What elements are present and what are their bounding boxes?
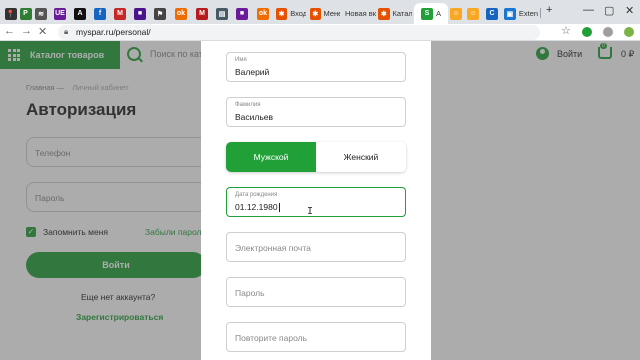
doc-icon: ▤: [216, 7, 228, 20]
address-toolbar: ← → ✕ 🔒︎ myspar.ru/personal/ ☆: [0, 24, 640, 41]
url-bar[interactable]: 🔒︎ myspar.ru/personal/: [58, 25, 540, 40]
first-name-value: Валерий: [235, 67, 270, 77]
browser-tab[interactable]: C: [484, 3, 500, 24]
last-name-label: Фамилия: [235, 102, 261, 108]
profile-avatar-icon[interactable]: [603, 27, 613, 37]
browser-tab[interactable]: ✱Мене: [310, 3, 340, 24]
browser-tab[interactable]: ▣ Exten: [504, 3, 538, 24]
password-field[interactable]: Пароль: [226, 277, 406, 307]
last-name-value: Васильев: [235, 112, 274, 122]
birth-date-label: Дата рождения: [235, 192, 278, 198]
tab-title: Мене: [323, 9, 340, 18]
text-caret: [278, 203, 280, 213]
tab-title: А: [435, 9, 441, 18]
facebook-icon: f: [94, 7, 106, 20]
tab-icon: ▣: [504, 7, 516, 20]
square-icon: ■: [134, 7, 146, 20]
browser-tab[interactable]: ▤: [214, 3, 230, 24]
browser-tab[interactable]: ⚑: [152, 3, 168, 24]
tab-title: Вход: [290, 9, 306, 18]
new-tab-button[interactable]: +: [546, 4, 552, 16]
last-name-field[interactable]: Фамилия Васильев: [226, 97, 406, 127]
gender-female-option[interactable]: Женский: [316, 142, 406, 172]
joomla-icon: ✱: [378, 7, 390, 20]
repeat-password-field[interactable]: Повторите пароль: [226, 322, 406, 352]
browser-tab[interactable]: ■: [132, 3, 148, 24]
emoji-icon: ☺: [450, 7, 462, 20]
first-name-field[interactable]: Имя Валерий: [226, 52, 406, 82]
bookmark-star-icon[interactable]: ☆: [561, 24, 571, 37]
extension-icon[interactable]: [582, 27, 592, 37]
pin-icon: 📍: [4, 7, 17, 20]
extension-menu-icon[interactable]: [624, 27, 634, 37]
email-field[interactable]: Электронная почта: [226, 232, 406, 262]
joomla-icon: ✱: [310, 7, 321, 20]
gender-male-option[interactable]: Мужской: [226, 142, 316, 172]
browser-tab[interactable]: ■: [234, 3, 250, 24]
browser-tab[interactable]: ☺: [449, 3, 463, 24]
maximize-icon[interactable]: ▢: [604, 4, 614, 17]
birth-date-value-wrap: 01.12.1980: [235, 202, 280, 213]
birth-date-value: 01.12.1980: [235, 202, 278, 212]
ok-icon: ok: [175, 7, 187, 20]
browser-tab[interactable]: ☺: [466, 3, 480, 24]
first-name-label: Имя: [235, 57, 247, 63]
browser-tab[interactable]: ok: [172, 3, 190, 24]
browser-tab[interactable]: A: [72, 3, 88, 24]
p-icon: P: [19, 7, 32, 20]
gmail-icon: M: [114, 7, 126, 20]
joomla-icon: ✱: [276, 7, 288, 20]
square-icon: ■: [236, 7, 248, 20]
email-placeholder: Электронная почта: [235, 243, 311, 253]
forward-icon[interactable]: →: [21, 25, 32, 37]
repeat-password-placeholder: Повторите пароль: [235, 333, 308, 343]
emoji-icon: ☺: [467, 7, 479, 20]
m-icon: M: [196, 7, 208, 20]
c-icon: C: [486, 7, 498, 20]
browser-tab[interactable]: M: [112, 3, 128, 24]
browser-tab[interactable]: ≋: [34, 3, 48, 24]
minimize-icon[interactable]: —: [583, 4, 594, 16]
browser-tab[interactable]: f: [92, 3, 108, 24]
layers-icon: ≋: [35, 7, 47, 20]
a-icon: A: [74, 7, 86, 20]
text-cursor-icon: I: [307, 206, 314, 217]
stop-loading-icon[interactable]: ✕: [38, 25, 47, 38]
browser-tab[interactable]: P: [19, 3, 32, 24]
browser-tab[interactable]: ✱ Катал: [378, 3, 412, 24]
tab-title: Катал: [392, 9, 412, 18]
tab-title: Новая вк: [345, 9, 376, 18]
url-text: myspar.ru/personal/: [76, 27, 151, 37]
tab-separator: [540, 8, 541, 18]
browser-tab[interactable]: ok: [254, 3, 272, 24]
back-icon[interactable]: ←: [4, 25, 15, 37]
ue-icon: UE: [54, 7, 66, 20]
browser-tab-bar: 📍P≋UEAfM■⚑okM▤■ok✱Вход✱МенеНовая вк✱Ката…: [0, 0, 640, 24]
spar-icon: S: [420, 7, 433, 20]
password-placeholder: Пароль: [235, 288, 265, 298]
close-window-icon[interactable]: ✕: [625, 4, 634, 17]
browser-tab[interactable]: Новая вк: [342, 3, 376, 24]
browser-tab[interactable]: M: [194, 3, 210, 24]
registration-modal: Имя Валерий Фамилия Васильев Мужской Жен…: [201, 41, 431, 360]
birth-date-field[interactable]: Дата рождения 01.12.1980: [226, 187, 406, 217]
runner-icon: ⚑: [154, 7, 166, 20]
tab-title: Exten: [518, 9, 538, 18]
ok-icon: ok: [257, 7, 269, 20]
lock-icon[interactable]: 🔒︎: [64, 27, 68, 37]
browser-tab[interactable]: ✱ Вход: [276, 3, 306, 24]
gender-toggle: Мужской Женский: [226, 142, 406, 172]
browser-tab[interactable]: UE: [52, 3, 68, 24]
browser-tab[interactable]: 📍: [4, 3, 17, 24]
browser-tab[interactable]: SА: [414, 3, 448, 24]
